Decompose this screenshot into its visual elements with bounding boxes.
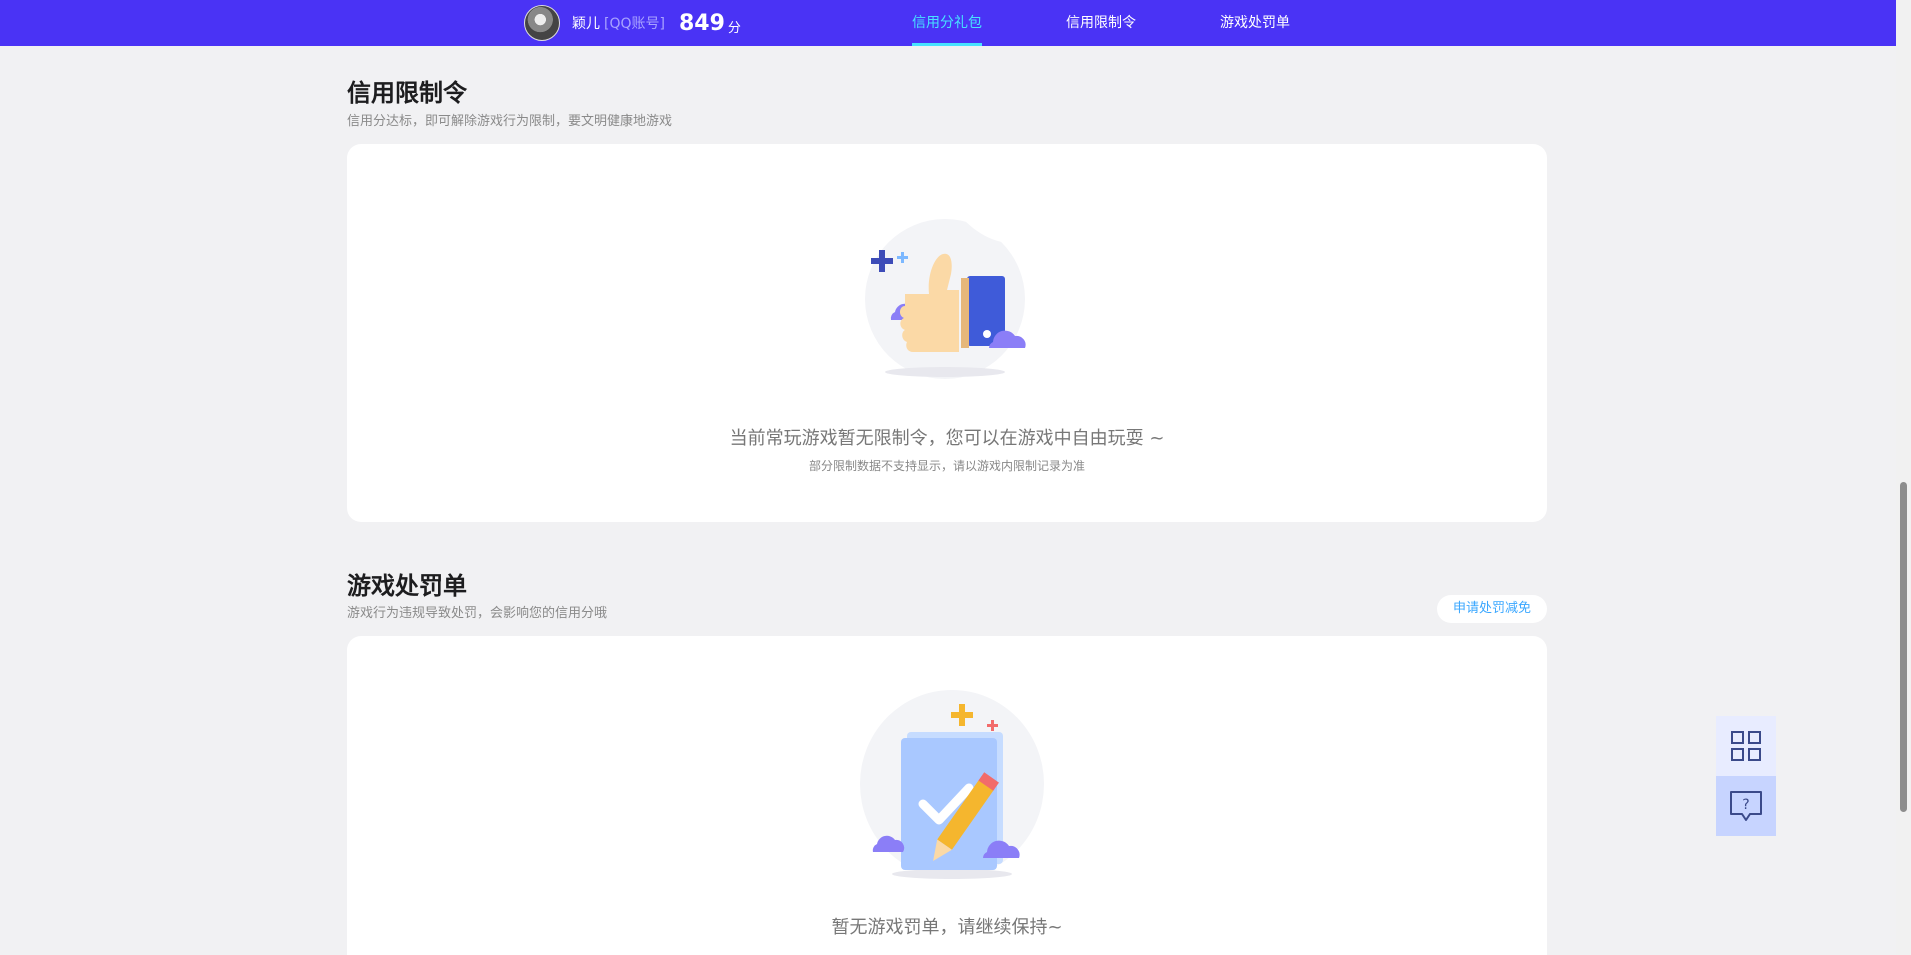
penalty-card: 暂无游戏罚单，请继续保持~ xyxy=(347,636,1547,955)
nav-tab-credit-gift[interactable]: 信用分礼包 xyxy=(912,0,982,46)
page: 颖儿 [QQ账号] 849 分 信用分礼包 信用限制令 游戏处罚单 信用限制令 … xyxy=(0,0,1911,955)
account-type: [QQ账号] xyxy=(604,16,665,32)
restriction-empty-note: 部分限制数据不支持显示，请以游戏内限制记录为准 xyxy=(808,459,1085,473)
restriction-subtitle: 信用分达标，即可解除游戏行为限制，要文明健康地游戏 xyxy=(347,114,673,129)
top-bar: 颖儿 [QQ账号] 849 分 信用分礼包 信用限制令 游戏处罚单 xyxy=(0,0,1896,46)
user-info: 颖儿 [QQ账号] 849 分 xyxy=(524,5,741,41)
username: 颖儿 xyxy=(572,16,600,32)
svg-text:?: ? xyxy=(1742,797,1749,813)
nav-tab-game-penalty[interactable]: 游戏处罚单 xyxy=(1220,0,1290,46)
page-scrollbar[interactable] xyxy=(1896,0,1911,955)
help-button[interactable]: ? xyxy=(1716,776,1776,836)
qr-code-icon xyxy=(1731,731,1761,761)
restriction-card: 当前常玩游戏暂无限制令，您可以在游戏中自由玩耍 ~ 部分限制数据不支持显示，请以… xyxy=(347,144,1547,522)
credit-score: 849 xyxy=(678,10,725,36)
restriction-empty-message: 当前常玩游戏暂无限制令，您可以在游戏中自由玩耍 ~ xyxy=(729,428,1165,449)
nav-tab-credit-restriction[interactable]: 信用限制令 xyxy=(1066,0,1136,46)
qr-code-button[interactable] xyxy=(1716,716,1776,776)
restriction-title: 信用限制令 xyxy=(347,79,467,107)
scrollbar-thumb[interactable] xyxy=(1900,482,1907,812)
clipboard-pencil-illustration xyxy=(860,690,1044,879)
penalty-subtitle: 游戏行为违规导致处罚，会影响您的信用分哦 xyxy=(347,606,608,621)
thumbs-up-illustration xyxy=(865,211,1026,379)
floating-toolbar: ? xyxy=(1716,716,1776,836)
credit-score-unit: 分 xyxy=(727,20,741,36)
help-chat-icon: ? xyxy=(1730,791,1762,821)
apply-penalty-reduction-button[interactable]: 申请处罚减免 xyxy=(1437,595,1547,623)
penalty-title: 游戏处罚单 xyxy=(347,572,467,600)
avatar[interactable] xyxy=(524,5,560,41)
penalty-empty-message: 暂无游戏罚单，请继续保持~ xyxy=(831,917,1063,938)
